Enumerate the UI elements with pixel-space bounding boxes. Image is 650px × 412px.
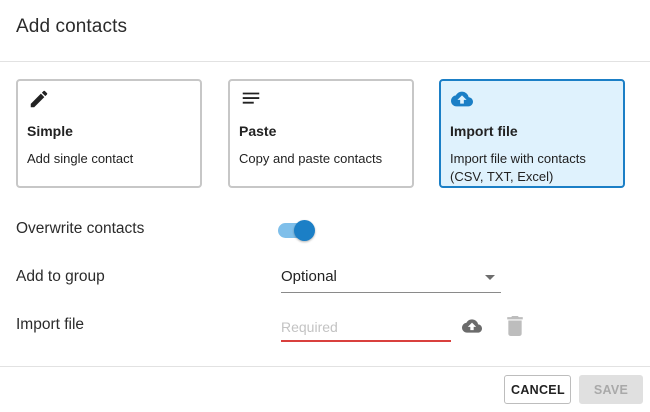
trash-icon[interactable] xyxy=(507,316,523,336)
upload-icon[interactable] xyxy=(461,316,483,336)
group-select-value: Optional xyxy=(281,268,337,285)
footer-divider xyxy=(0,366,650,367)
card-description: Add single contact xyxy=(27,151,134,166)
card-description: Import file with contacts (CSV, TXT, Exc… xyxy=(450,151,586,184)
header-divider xyxy=(0,61,650,62)
overwrite-label: Overwrite contacts xyxy=(16,220,145,237)
card-simple[interactable]: Simple Add single contact xyxy=(16,79,202,188)
toggle-thumb xyxy=(294,220,315,241)
card-title: Import file xyxy=(450,123,518,139)
cancel-button[interactable]: CANCEL xyxy=(504,375,571,404)
overwrite-toggle[interactable] xyxy=(277,220,317,241)
group-label: Add to group xyxy=(16,268,105,285)
card-import-file[interactable]: Import file Import file with contacts (C… xyxy=(439,79,625,188)
card-title: Simple xyxy=(27,123,73,139)
group-select[interactable]: Optional xyxy=(281,264,501,293)
pencil-icon xyxy=(30,90,48,108)
add-contacts-dialog: Add contacts Simple Add single contact P… xyxy=(0,0,650,412)
dialog-title: Add contacts xyxy=(16,16,128,37)
save-button[interactable]: SAVE xyxy=(579,375,643,404)
import-file-label: Import file xyxy=(16,316,85,333)
import-file-input[interactable] xyxy=(281,314,451,342)
lines-icon xyxy=(242,92,260,104)
card-paste[interactable]: Paste Copy and paste contacts xyxy=(228,79,414,188)
caret-down-icon xyxy=(485,275,495,280)
cloud-upload-icon xyxy=(451,91,473,107)
card-title: Paste xyxy=(239,123,277,139)
card-description: Copy and paste contacts xyxy=(239,151,383,166)
